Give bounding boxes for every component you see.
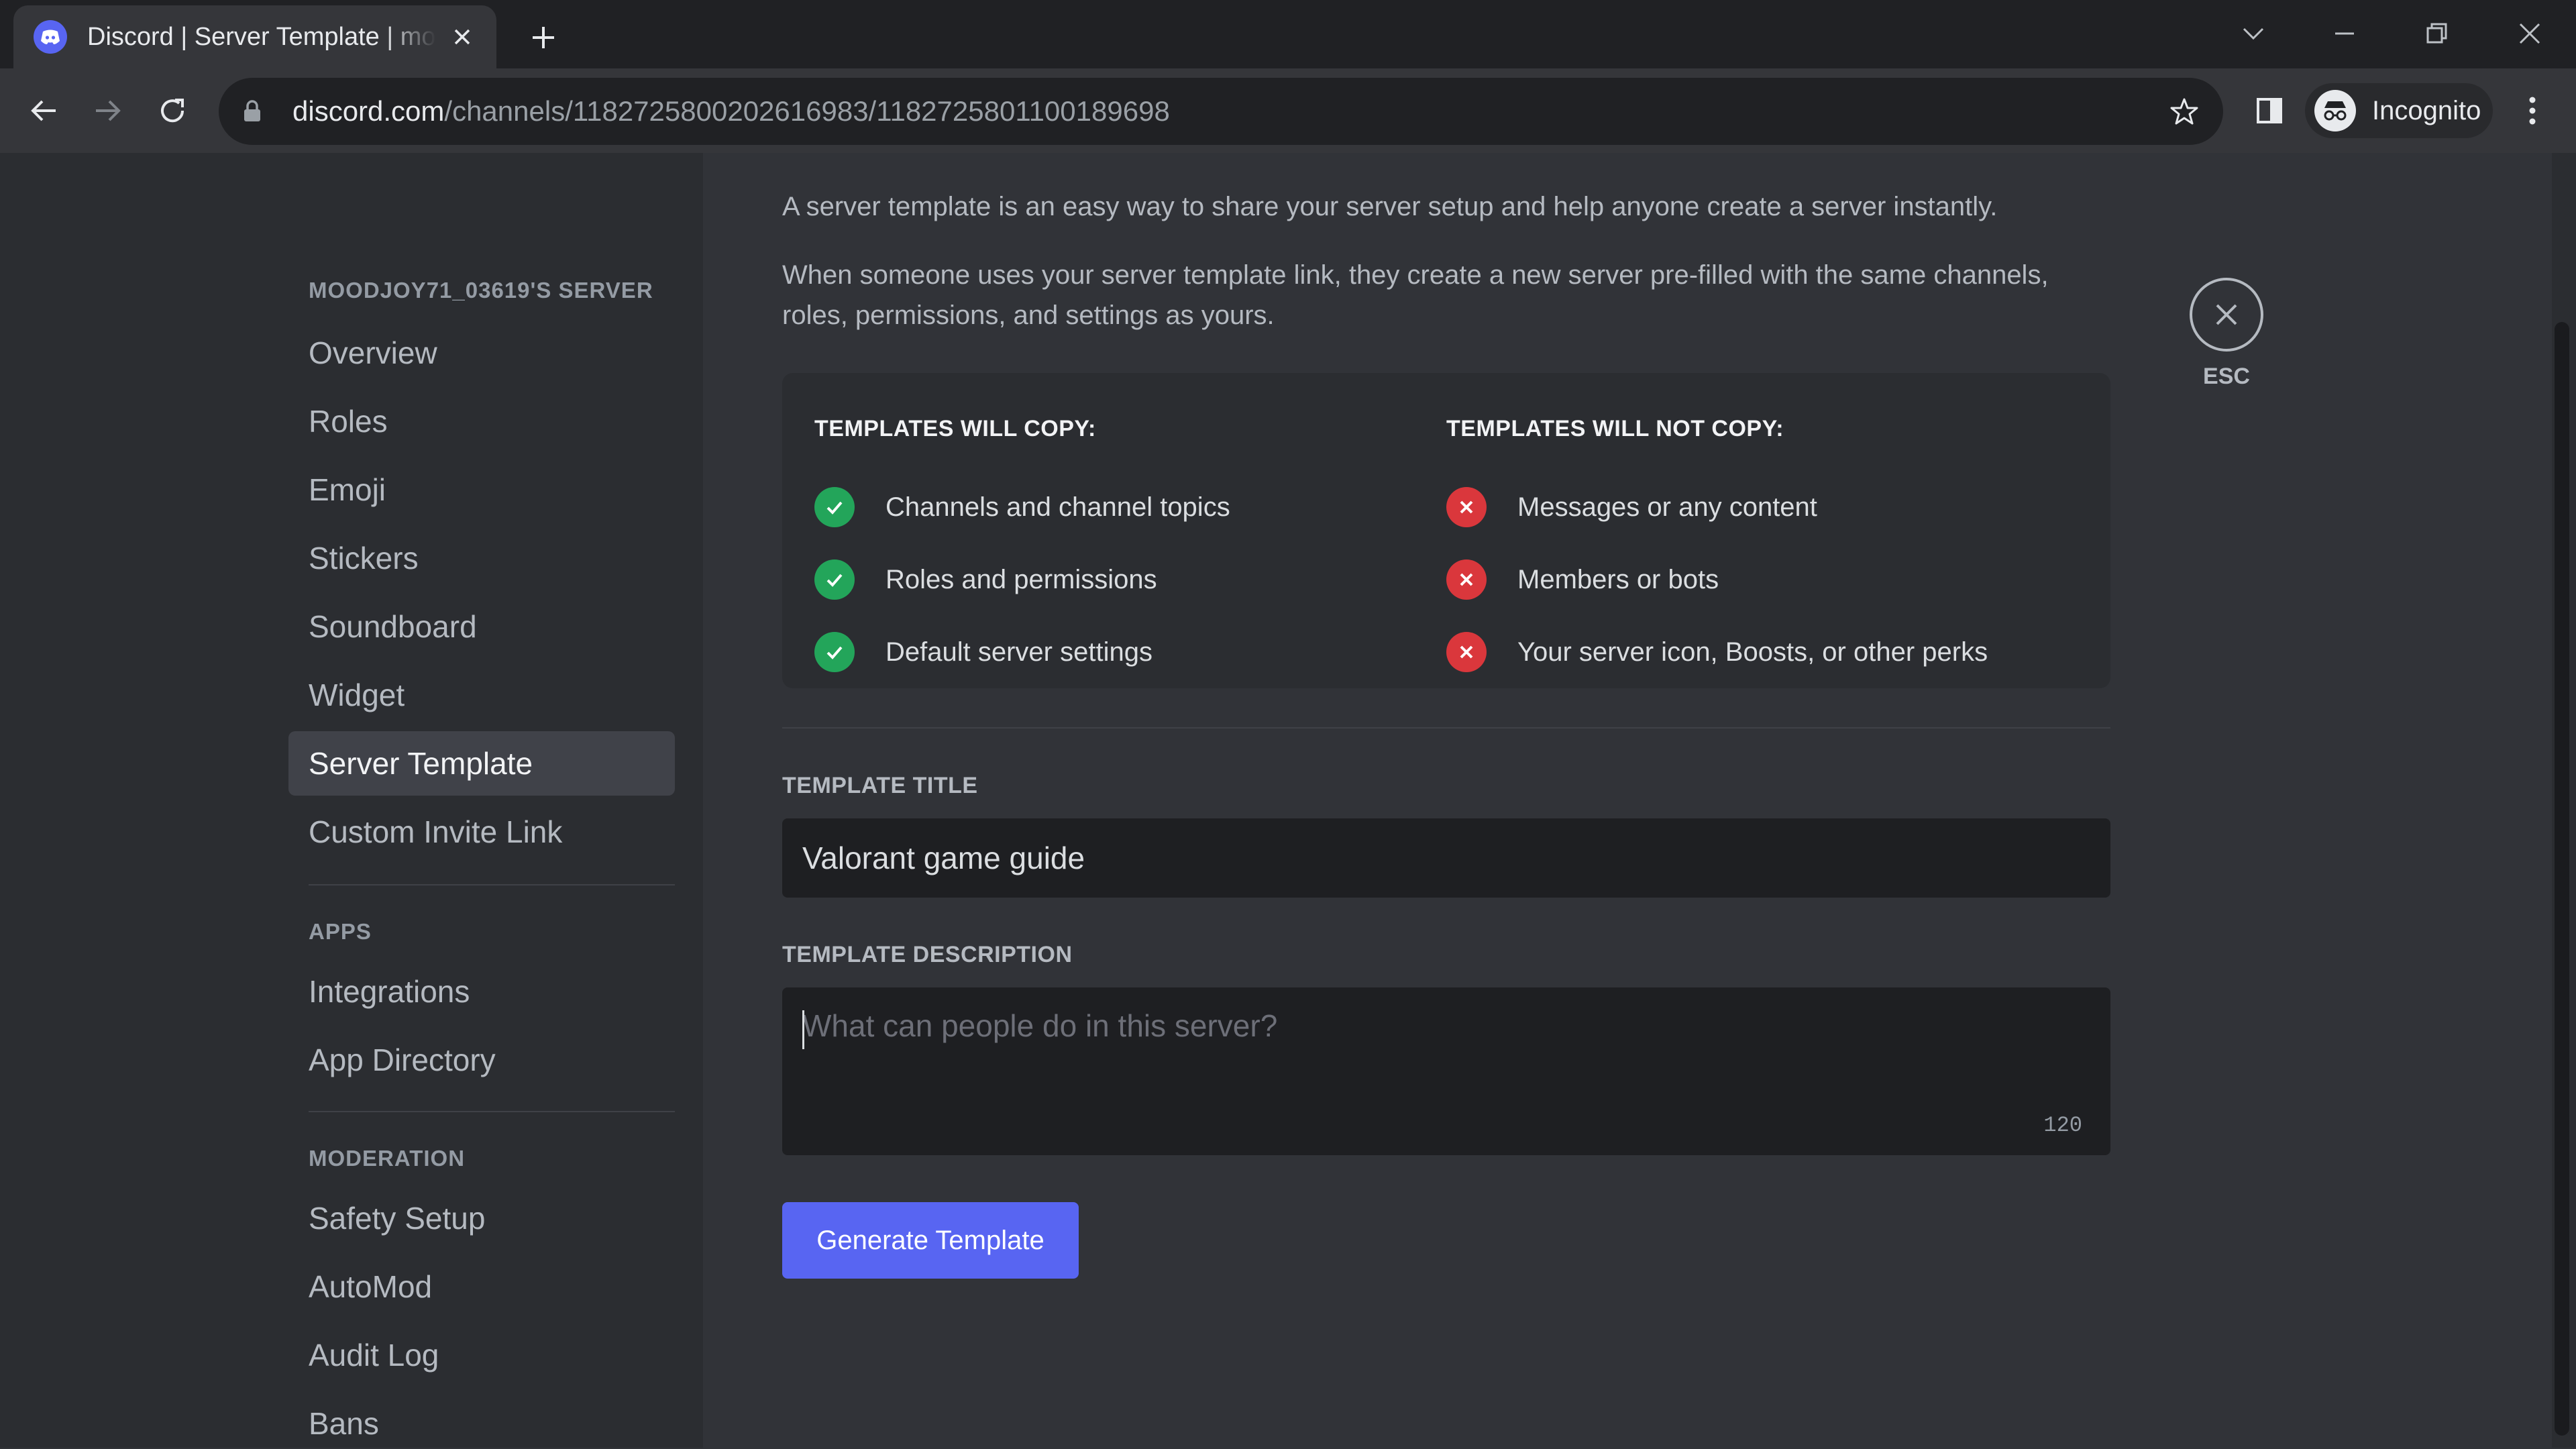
reload-icon[interactable] xyxy=(149,87,196,134)
sidebar-item-bans[interactable]: Bans xyxy=(288,1391,675,1449)
tab-title: Discord | Server Template | moodjoy71_03… xyxy=(87,22,436,51)
will-not-copy-item: Members or bots xyxy=(1446,559,1719,600)
new-tab-icon[interactable] xyxy=(525,19,562,56)
sidebar-item-app-directory[interactable]: App Directory xyxy=(288,1028,675,1092)
tab-close-icon[interactable] xyxy=(448,23,476,51)
will-not-copy-item: Messages or any content xyxy=(1446,487,1817,527)
check-icon xyxy=(814,632,855,672)
template-description-input[interactable] xyxy=(782,987,2110,1155)
url-text: discord.com/channels/1182725800202616983… xyxy=(292,95,1170,127)
browser-tabstrip: Discord | Server Template | moodjoy71_03… xyxy=(0,0,2576,68)
sidebar-item-integrations[interactable]: Integrations xyxy=(288,959,675,1024)
template-description-box: 120 xyxy=(782,987,2110,1155)
x-mark-icon xyxy=(1446,559,1487,600)
scrollbar-thumb[interactable] xyxy=(2555,322,2569,1436)
browser-tab[interactable]: Discord | Server Template | moodjoy71_03… xyxy=(13,5,496,68)
sidebar-item-stickers[interactable]: Stickers xyxy=(288,526,675,590)
template-explanation-text: When someone uses your server template l… xyxy=(782,260,2049,330)
x-mark-icon xyxy=(1446,632,1487,672)
text-caret xyxy=(802,1010,804,1049)
section-divider xyxy=(782,727,2110,729)
restore-icon[interactable] xyxy=(2414,13,2461,54)
close-icon[interactable] xyxy=(2190,278,2263,352)
template-copy-info-card: TEMPLATES WILL COPY: Channels and channe… xyxy=(782,373,2110,688)
template-title-input[interactable] xyxy=(782,818,2110,898)
check-icon xyxy=(814,487,855,527)
sidebar-separator xyxy=(309,1111,675,1112)
template-description-label: TEMPLATE DESCRIPTION xyxy=(782,942,1073,967)
template-title-label: TEMPLATE TITLE xyxy=(782,773,978,798)
bookmark-star-icon[interactable] xyxy=(2165,93,2203,130)
sidebar-item-server-template[interactable]: Server Template xyxy=(288,731,675,796)
apps-header: APPS xyxy=(309,919,372,944)
incognito-icon xyxy=(2314,90,2356,131)
sidebar-item-safety-setup[interactable]: Safety Setup xyxy=(288,1186,675,1250)
will-copy-title: TEMPLATES WILL COPY: xyxy=(814,416,1096,441)
will-not-copy-title: TEMPLATES WILL NOT COPY: xyxy=(1446,416,1784,441)
discord-favicon-icon xyxy=(34,20,67,54)
esc-label: ESC xyxy=(2203,364,2250,389)
x-mark-icon xyxy=(1446,487,1487,527)
server-template-content: A server template is an easy way to shar… xyxy=(703,153,2548,1448)
check-icon xyxy=(814,559,855,600)
close-settings[interactable]: ESC xyxy=(2190,278,2263,390)
browser-menu-icon[interactable] xyxy=(2509,87,2556,134)
generate-template-button[interactable]: Generate Template xyxy=(782,1202,1079,1279)
will-copy-item: Channels and channel topics xyxy=(814,487,1230,527)
sidebar-item-soundboard[interactable]: Soundboard xyxy=(288,594,675,659)
back-arrow-icon[interactable] xyxy=(20,87,67,134)
sidebar-item-widget[interactable]: Widget xyxy=(288,663,675,727)
address-bar[interactable]: discord.com/channels/1182725800202616983… xyxy=(219,78,2223,145)
forward-arrow-icon[interactable] xyxy=(85,87,131,134)
sidebar-item-emoji[interactable]: Emoji xyxy=(288,458,675,522)
will-not-copy-item: Your server icon, Boosts, or other perks xyxy=(1446,632,1988,672)
sidebar-item-audit-log[interactable]: Audit Log xyxy=(288,1323,675,1387)
will-copy-item: Roles and permissions xyxy=(814,559,1157,600)
moderation-header: MODERATION xyxy=(309,1146,466,1171)
character-counter: 120 xyxy=(2043,1113,2082,1138)
will-copy-item: Default server settings xyxy=(814,632,1152,672)
template-intro-text: A server template is an easy way to shar… xyxy=(782,192,1998,221)
lock-icon[interactable] xyxy=(239,98,266,125)
minimize-icon[interactable] xyxy=(2321,13,2368,54)
incognito-profile-button[interactable]: Incognito xyxy=(2305,83,2493,138)
server-name-header: MOODJOY71_03619'S SERVER xyxy=(309,278,653,303)
sidebar-item-automod[interactable]: AutoMod xyxy=(288,1254,675,1319)
sidebar-separator xyxy=(309,884,675,885)
sidebar-item-overview[interactable]: Overview xyxy=(288,321,675,385)
sidebar-item-custom-invite-link[interactable]: Custom Invite Link xyxy=(288,800,675,864)
tab-search-chevron-icon[interactable] xyxy=(2230,13,2277,54)
incognito-label: Incognito xyxy=(2372,95,2481,125)
browser-toolbar: discord.com/channels/1182725800202616983… xyxy=(0,68,2576,153)
side-panel-icon[interactable] xyxy=(2246,87,2293,134)
close-window-icon[interactable] xyxy=(2506,13,2553,54)
sidebar-item-roles[interactable]: Roles xyxy=(288,389,675,453)
